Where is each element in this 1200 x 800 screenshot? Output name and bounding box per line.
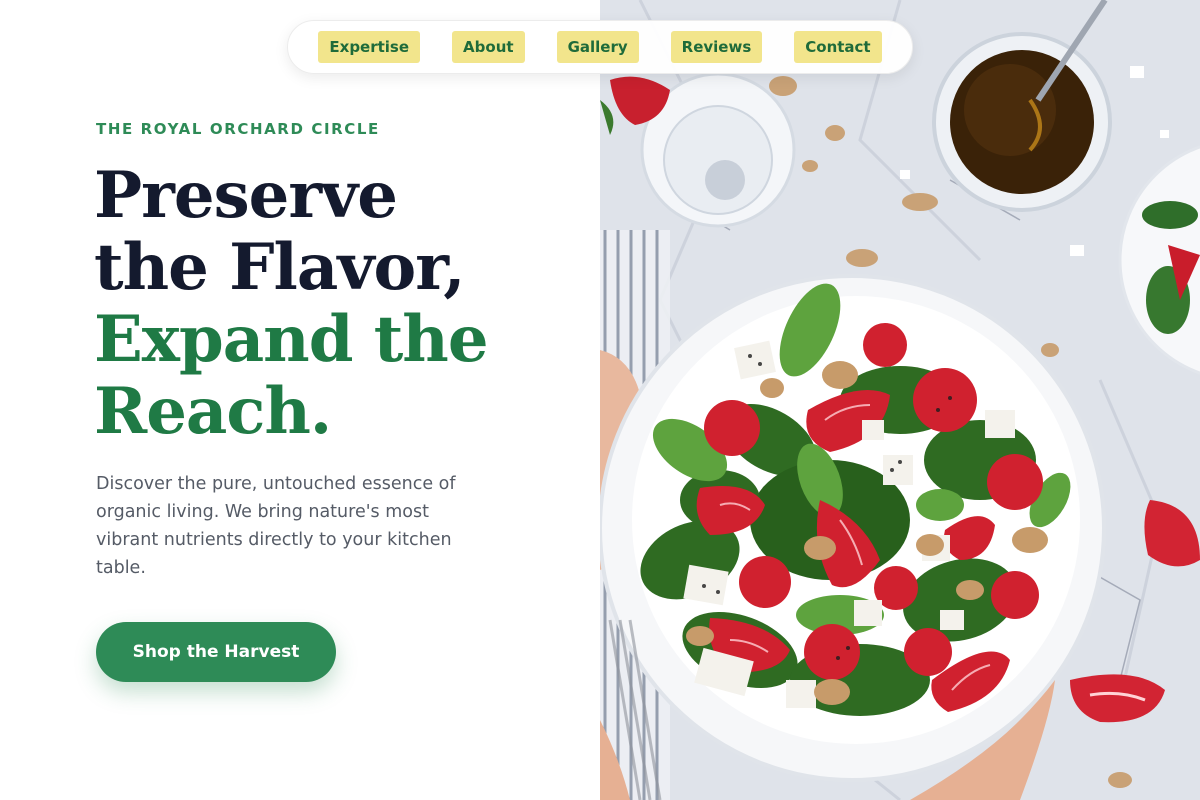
shop-the-harvest-button[interactable]: Shop the Harvest [96, 622, 336, 682]
headline-line-3: Expand the [94, 302, 489, 377]
nav-item-expertise[interactable]: Expertise [318, 31, 421, 63]
hero-eyebrow: THE ROYAL ORCHARD CIRCLE [96, 120, 380, 138]
top-navigation: Expertise About Gallery Reviews Contact [287, 20, 913, 74]
nav-item-contact[interactable]: Contact [794, 31, 882, 63]
headline-line-4: Reach. [94, 374, 332, 449]
salad-bowl-photo [600, 0, 1200, 800]
salad-photo-illustration [600, 0, 1200, 800]
hero-left-panel: THE ROYAL ORCHARD CIRCLE Preserve the Fl… [0, 0, 600, 800]
hero-headline: Preserve the Flavor, Expand the Reach. [94, 160, 574, 448]
nav-item-reviews[interactable]: Reviews [670, 31, 763, 63]
nav-item-about[interactable]: About [452, 31, 525, 63]
hero-description: Discover the pure, untouched essence of … [96, 474, 456, 578]
headline-line-2: the Flavor, [94, 230, 466, 305]
headline-line-1: Preserve [94, 158, 398, 233]
nav-item-gallery[interactable]: Gallery [556, 31, 639, 63]
